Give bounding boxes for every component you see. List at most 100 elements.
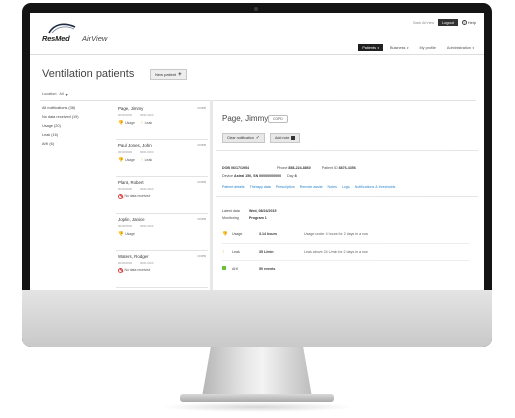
patient-dob: 00/00/0000 [118, 223, 132, 228]
latest-data-label: Latest data [222, 209, 240, 213]
page-title: Ventilation patients [42, 68, 135, 80]
alert-label: No data received [124, 268, 151, 272]
notification-filters: All notifications (38) No data received … [42, 106, 110, 151]
patient-meta: 00/00/0000 0000-0000 [118, 113, 206, 117]
alert-label: Usage [125, 231, 135, 236]
logo-resmed-text: ResMed [42, 34, 70, 43]
patient-id: 0000-0000 [140, 149, 154, 154]
patient-id-label: Patient ID [321, 166, 338, 170]
tab-prescription[interactable]: Prescription [276, 185, 295, 189]
filter-all-notifications[interactable]: All notifications (38) [42, 106, 110, 115]
resmed-airview-logo[interactable]: ResMed AirView [42, 23, 132, 43]
device-value: Astral 150, SN 00000000000 [234, 174, 282, 178]
ahi-status [222, 266, 232, 271]
main-nav: Patients ▾ Business ▾ My profile Administr… [358, 44, 478, 51]
detail-tabs: Patient details Therapy data Prescriptio… [222, 185, 395, 189]
logo-airview-text: AirView [82, 34, 108, 43]
tab-remote-assist[interactable]: Remote assist [300, 185, 323, 189]
patient-info-line-1: DOB 06/17/1954 Phone 858-224-8860 Patien… [222, 166, 356, 170]
detail-device-badge: COPD [268, 115, 288, 123]
day-value: 8 [294, 174, 297, 178]
thumb-down-icon: 👎 [118, 230, 124, 236]
chevron-down-icon: ▾ [377, 45, 380, 50]
usage-alert: 👎 Usage [118, 120, 135, 126]
new-patient-button[interactable]: New patient + [150, 69, 187, 80]
arrow-up-icon: ↑ [140, 157, 144, 162]
monitor-stand [202, 347, 312, 397]
nav-my-profile[interactable]: My profile [415, 44, 439, 51]
patient-device: COPD [197, 106, 206, 110]
filter-no-data[interactable]: No data received (19) [42, 115, 110, 124]
patient-info-line-2: Device Astral 150, SN 00000000000 Day 8 [222, 174, 297, 178]
patient-alerts: 👎 Usage ↑ Leak [118, 157, 206, 163]
patient-device: COPD [197, 180, 206, 184]
nav-administration[interactable]: Administration ▾ [443, 44, 478, 51]
day-label: Day [287, 174, 294, 178]
patient-meta: 00/00/0000 0000-0000 [118, 187, 206, 191]
screen: Back AirView Logout ? Help ResMed AirVie… [30, 13, 484, 290]
latest-data-value: Wed, 08/24/2015 [249, 209, 277, 213]
patient-detail-panel: Page, Jimmy COPD Clear notification ✓ Ad… [216, 103, 484, 290]
patient-card[interactable]: Paul Jones, John COPD 00/00/0000 0000-00… [116, 140, 208, 177]
location-value: All [59, 92, 64, 96]
nav-patients[interactable]: Patients ▾ [358, 44, 384, 51]
leak-alert: ↑ Leak [141, 157, 152, 163]
alert-label: No data received [124, 194, 151, 198]
clear-notification-label: Clear notification [227, 136, 254, 140]
nav-business[interactable]: Business ▾ [386, 44, 412, 51]
chevron-down-icon: ▾ [472, 45, 474, 50]
monitoring-label: Monitoring [222, 216, 239, 220]
filter-ahi[interactable]: AHI (6) [42, 142, 110, 151]
content-divider [40, 100, 476, 101]
no-data-alert: No data received [118, 267, 151, 273]
alert-label: Usage [125, 157, 135, 162]
patient-card[interactable]: Joplin, Janice COPD 00/00/0000 0000-0000… [116, 214, 208, 251]
patient-id: 0000-0000 [140, 186, 154, 191]
patient-id: 0000-0000 [140, 112, 154, 117]
logout-button[interactable]: Logout [438, 19, 458, 26]
chevron-down-icon: ▾ [65, 93, 68, 97]
tab-notifications-thresholds[interactable]: Notifications & thresholds [355, 185, 396, 189]
tab-therapy-data[interactable]: Therapy data [250, 185, 271, 189]
filter-usage[interactable]: Usage (20) [42, 124, 110, 133]
panel-divider [210, 100, 213, 290]
detail-divider [216, 150, 478, 151]
thumb-down-icon: 👎 [222, 231, 228, 236]
location-label: Location: [42, 92, 58, 96]
patient-device: COPD [197, 143, 206, 147]
note-icon [291, 136, 296, 140]
patient-meta: 00/00/0000 0000-0000 [118, 261, 206, 265]
back-airview-link[interactable]: Back AirView [413, 21, 434, 25]
clear-notification-button[interactable]: Clear notification ✓ [222, 133, 265, 143]
patient-alerts: 👎 Usage [118, 231, 206, 237]
help-icon: ? [461, 20, 467, 25]
nav-label: My profile [419, 45, 436, 50]
no-data-icon [118, 267, 123, 273]
patient-id: 0000-0000 [140, 223, 154, 228]
tab-logs[interactable]: Logs [342, 185, 350, 189]
help-link[interactable]: ? Help [461, 20, 476, 25]
no-data-alert: No data received [118, 193, 151, 199]
tab-notes[interactable]: Notes [328, 185, 337, 189]
monitor-chin [22, 290, 492, 347]
patient-card[interactable]: Plant, Robert COPD 00/00/0000 0000-0000 … [116, 177, 208, 214]
resmed-swoosh-icon [48, 23, 76, 34]
patient-card[interactable]: Page, Jimmy COPD 00/00/0000 0000-0000 👎 U… [116, 103, 208, 140]
patient-card[interactable]: Waters, Rodger COPD 00/00/0000 0000-0000… [116, 251, 208, 288]
patient-device: COPD [197, 217, 206, 221]
nav-label: Administration [446, 45, 471, 50]
leak-stat-row: ↑ Leak 35 L/min Leak above 24 L/min for … [222, 243, 470, 254]
tabs-divider [216, 196, 478, 197]
usage-alert: 👎 Usage [118, 231, 135, 237]
location-filter[interactable]: Location: All ▾ [42, 92, 68, 97]
add-note-button[interactable]: Add note [269, 133, 301, 143]
patient-list[interactable]: Page, Jimmy COPD 00/00/0000 0000-0000 👎 U… [116, 103, 208, 290]
nav-label: Patients [362, 45, 376, 50]
detail-actions: Clear notification ✓ Add note [222, 133, 301, 143]
no-data-icon [118, 193, 123, 199]
patient-meta: 00/00/0000 0000-0000 [118, 150, 206, 154]
filter-leak[interactable]: Leak (16) [42, 133, 110, 142]
latest-data-row: Latest data Wed, 08/24/2015 [222, 209, 277, 213]
tab-patient-details[interactable]: Patient details [222, 185, 245, 189]
nav-label: Business [390, 45, 406, 50]
